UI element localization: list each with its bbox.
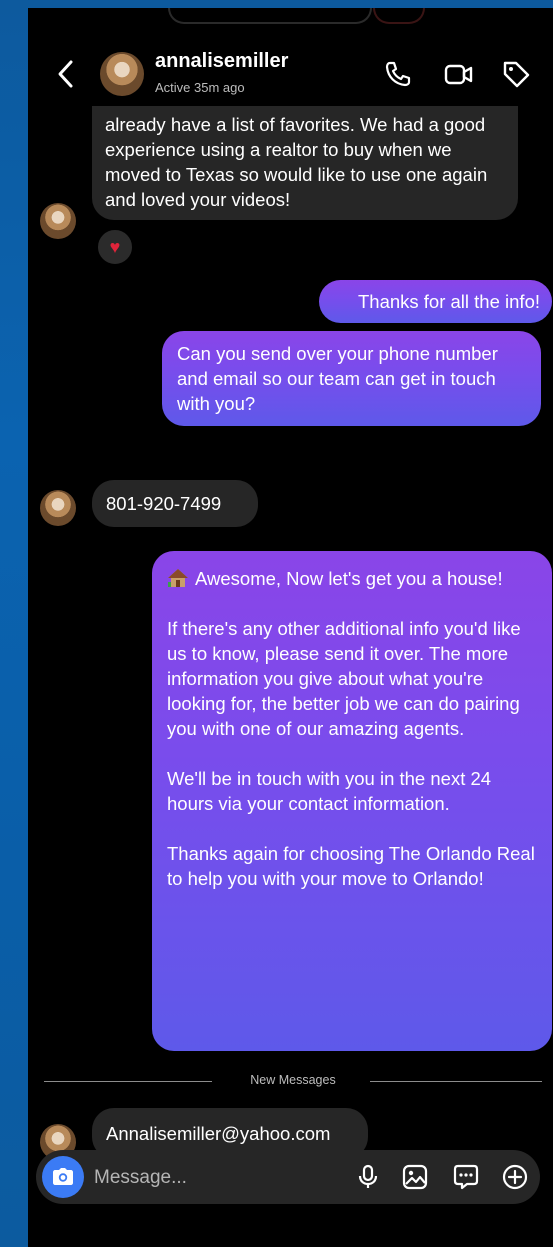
top-pill-secondary	[373, 8, 425, 24]
camera-icon	[53, 1168, 73, 1185]
message-paragraph: We'll be in touch with you in the next 2…	[167, 768, 492, 814]
chevron-left-icon[interactable]	[54, 54, 76, 94]
active-status: Active 35m ago	[155, 80, 245, 95]
outgoing-message[interactable]: Awesome, Now let's get you a house! If t…	[152, 551, 552, 1051]
avatar[interactable]	[100, 52, 144, 96]
phone-icon[interactable]	[382, 58, 414, 90]
microphone-icon[interactable]	[354, 1163, 382, 1191]
plus-circle-icon[interactable]	[501, 1163, 529, 1191]
sender-avatar[interactable]	[40, 203, 76, 239]
message-composer	[36, 1150, 540, 1204]
divider-label: New Messages	[250, 1073, 336, 1087]
chat-bubble-icon[interactable]	[452, 1163, 480, 1191]
image-icon[interactable]	[401, 1163, 429, 1191]
username[interactable]: annalisemiller	[155, 50, 288, 73]
reaction-badge[interactable]: ♥	[96, 228, 134, 266]
house-icon	[167, 568, 189, 588]
chat-header: annalisemiller Active 35m ago	[28, 36, 553, 116]
phone-screen: annalisemiller Active 35m ago already ha…	[28, 8, 553, 1247]
message-paragraph: Thanks again for choosing The Orlando Re…	[167, 843, 535, 889]
new-messages-divider: New Messages	[44, 1071, 542, 1091]
incoming-message[interactable]: 801-920-7499	[92, 480, 258, 527]
tag-icon[interactable]	[500, 58, 532, 90]
camera-button[interactable]	[42, 1156, 84, 1198]
outgoing-message[interactable]: Thanks for all the info!	[319, 280, 552, 323]
message-input[interactable]	[92, 1163, 326, 1193]
incoming-message[interactable]: already have a list of favorites. We had…	[92, 106, 518, 220]
message-paragraph: If there's any other additional info you…	[167, 618, 521, 739]
top-pill	[168, 8, 372, 24]
sender-avatar[interactable]	[40, 490, 76, 526]
outgoing-message[interactable]: Can you send over your phone number and …	[162, 331, 541, 426]
message-thread: already have a list of favorites. We had…	[28, 106, 553, 1160]
heart-icon: ♥	[109, 237, 121, 257]
message-paragraph: Awesome, Now let's get you a house!	[167, 566, 539, 591]
video-camera-icon[interactable]	[443, 58, 475, 90]
